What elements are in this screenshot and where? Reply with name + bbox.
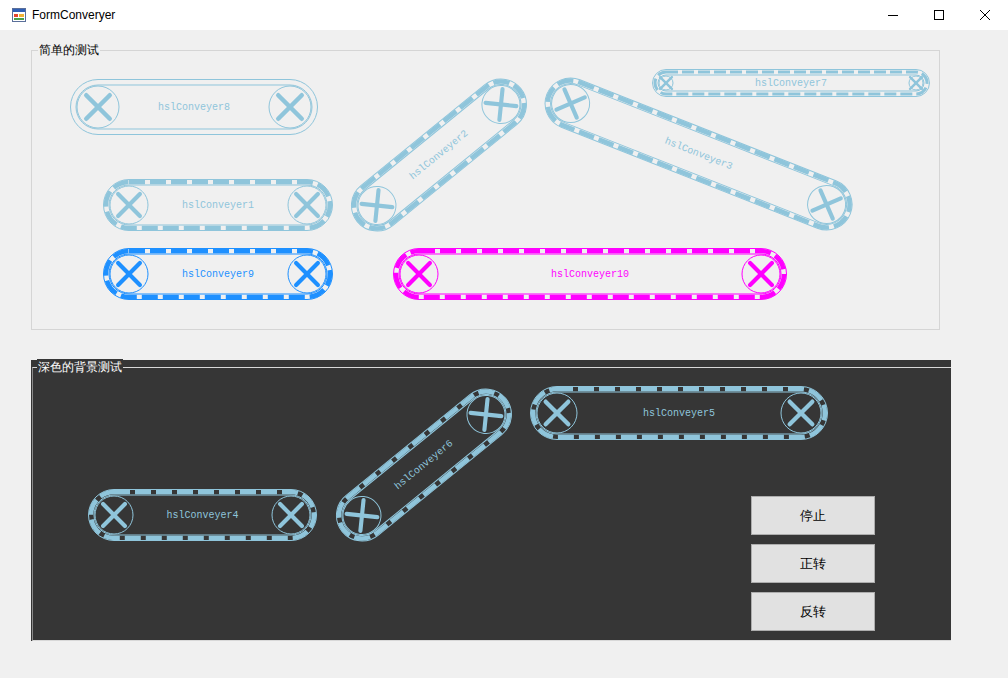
form-body: 简单的测试 hslConveyer8 hslConveyer2 hslConveyer… [0,30,1008,678]
roller-icon [459,387,512,440]
roller-icon [95,496,133,534]
title-bar: FormConveryer [0,0,1008,30]
group-box: 深色的背景测试 hslConveyer5 hslConveyer4 hslConvey… [31,360,951,641]
close-button[interactable] [962,0,1008,30]
minimize-button[interactable] [870,0,916,30]
roller-icon [742,255,780,293]
conveyor: hslConveyer5 [528,384,830,442]
action-button[interactable]: 正转 [751,544,875,583]
conveyor: hslConveyer8 [68,77,320,137]
roller-icon [335,488,388,541]
conveyor: hslConveyer4 [86,487,319,543]
conveyor-label: hslConveyer6 [393,438,456,492]
app-icon [12,8,26,22]
conveyor-label: hslConveyer1 [182,200,254,211]
window: FormConveryer 简单的测试 hslConveyer8 hslConveye… [0,0,1008,678]
roller-icon [269,86,311,128]
conveyor-drawing: hslConveyer8 [68,77,320,137]
roller-icon [350,178,403,231]
button-column: 停止正转反转 [751,496,875,631]
roller-icon [474,77,527,130]
conveyor-label: hslConveyer9 [182,269,254,280]
conveyor-label: hslConveyer7 [755,78,827,89]
roller-icon [537,393,577,433]
roller-icon [110,255,148,293]
maximize-icon [934,10,944,20]
group-box: 简单的测试hslConveyer8hslConveyer2hslConveyer… [31,50,940,330]
roller-icon [802,179,851,228]
roller-icon [77,86,119,128]
conveyor-drawing: hslConveyer5 [528,384,830,442]
roller-icon [288,255,326,293]
action-button[interactable]: 反转 [751,592,875,631]
conveyor-label: hslConveyer8 [158,102,230,113]
conveyor-label: hslConveyer3 [664,135,735,172]
roller-icon [110,186,148,224]
action-button[interactable]: 停止 [751,496,875,535]
conveyor-label: hslConveyer2 [408,128,471,182]
conveyor-label: hslConveyer4 [166,510,238,521]
conveyor: hslConveyer1 [101,177,335,233]
roller-icon [659,76,673,90]
conveyor-label: hslConveyer10 [551,269,629,280]
conveyor-drawing: hslConveyer10 [391,246,789,302]
conveyor-drawing: hslConveyer9 [101,246,335,302]
roller-icon [909,76,923,90]
conveyor-label: hslConveyer5 [643,408,715,419]
roller-icon [288,186,326,224]
conveyor-drawing: hslConveyer4 [86,487,319,543]
roller-icon [781,393,821,433]
roller-icon [546,78,595,127]
window-title: FormConveryer [32,8,870,22]
minimize-icon [888,10,898,20]
conveyor-drawing: hslConveyer6 [323,375,526,555]
roller-icon [400,255,438,293]
maximize-button[interactable] [916,0,962,30]
conveyor-drawing: hslConveyer2 [338,65,541,245]
conveyor: hslConveyer9 [101,246,335,302]
conveyor: hslConveyer2 [338,65,541,245]
conveyor-drawing: hslConveyer7 [650,67,932,99]
close-icon [980,10,990,20]
conveyor-drawing: hslConveyer1 [101,177,335,233]
conveyor: hslConveyer6 [323,375,526,555]
roller-icon [272,496,310,534]
group-title: 简单的测试 [38,42,100,58]
group-title: 深色的背景测试 [37,359,123,375]
conveyor: hslConveyer7 [650,67,932,99]
conveyor: hslConveyer10 [391,246,789,302]
